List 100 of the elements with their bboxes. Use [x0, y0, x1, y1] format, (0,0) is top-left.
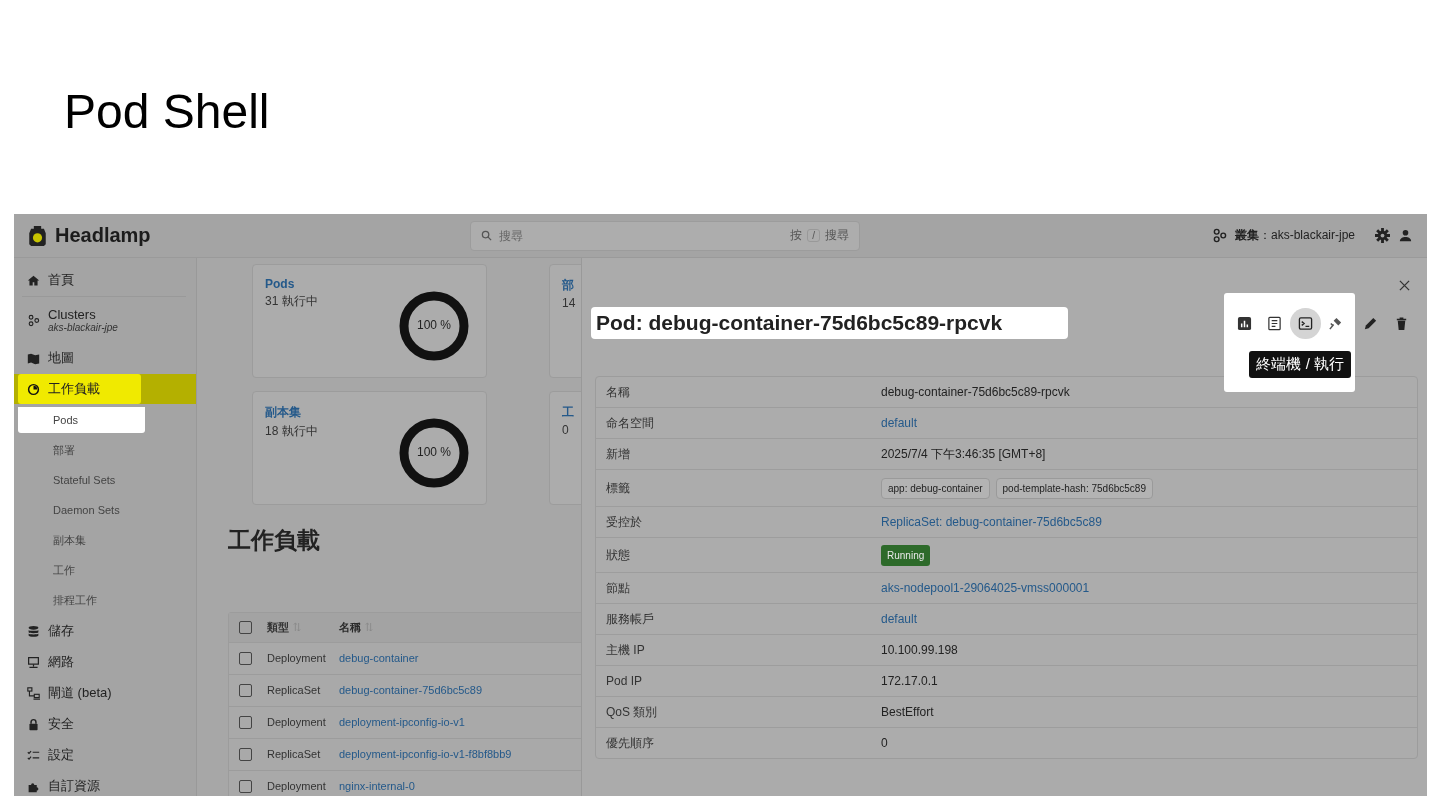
- field-link[interactable]: ReplicaSet: debug-container-75d6bc5c89: [881, 515, 1102, 529]
- card-title[interactable]: 副本集: [265, 404, 301, 421]
- search-icon: [481, 230, 492, 241]
- nav-subitem[interactable]: 工作: [18, 555, 75, 585]
- nav-label: 工作負載: [48, 380, 100, 398]
- name-link[interactable]: nginx-internal-0: [339, 779, 415, 793]
- name-link[interactable]: debug-container: [339, 651, 419, 665]
- table-cell-text: Deployment: [267, 651, 327, 665]
- home-icon: [27, 273, 40, 287]
- nav-item[interactable]: 儲存: [14, 616, 84, 646]
- nav-item[interactable]: 安全: [14, 709, 84, 739]
- cluster-name[interactable]: 叢集：aks-blackair-jpe: [1234, 227, 1355, 244]
- nav-item[interactable]: 網路: [14, 647, 84, 677]
- search-hint: 搜尋: [825, 227, 849, 244]
- nav-subitem[interactable]: 部署: [18, 435, 75, 465]
- search-field[interactable]: 搜尋: [497, 227, 786, 244]
- search-bar[interactable]: 搜尋 按 / 搜尋: [470, 220, 860, 251]
- field-value: 172.17.0.1: [881, 674, 938, 688]
- nav-subitem[interactable]: Stateful Sets: [18, 467, 116, 493]
- checkbox[interactable]: [239, 747, 252, 761]
- field-link[interactable]: default: [881, 416, 918, 430]
- nav-label: 自訂資源: [48, 777, 100, 795]
- ring-label: 100 %: [416, 318, 452, 332]
- gateway-icon: [27, 686, 40, 700]
- lock-icon: [27, 717, 40, 731]
- nav-subitem[interactable]: Pods: [18, 407, 145, 433]
- nav-item[interactable]: Clusters aks-blackair-jpe: [14, 298, 128, 342]
- status-badge: Running: [881, 544, 931, 566]
- table-cell-text: ReplicaSet: [267, 747, 322, 761]
- card-count: 0: [562, 423, 569, 437]
- monitor-icon: [27, 655, 40, 669]
- checkbox[interactable]: [239, 620, 252, 634]
- name-link[interactable]: deployment-ipconfig-io-v1: [339, 715, 465, 729]
- lamp-logo-icon: [28, 224, 47, 247]
- field-label: QoS 類別: [605, 703, 659, 721]
- field-label: 新增: [605, 445, 631, 463]
- table-cell-text: Deployment: [267, 779, 327, 793]
- tooltip: 終端機 / 執行: [1249, 351, 1351, 378]
- nav-item[interactable]: 自訂資源: [14, 771, 110, 796]
- pie-icon: [27, 382, 40, 396]
- nav-label: 網路: [48, 653, 74, 671]
- field-value: BestEffort: [881, 705, 934, 719]
- nav-item[interactable]: 工作負載: [18, 374, 141, 404]
- column-header[interactable]: 類型: [267, 620, 289, 634]
- app-name: Headlamp: [55, 224, 151, 247]
- field-link[interactable]: aks-nodepool1-29064025-vmss000001: [881, 581, 1090, 595]
- user-icon[interactable]: [1398, 228, 1413, 243]
- label-chip: app: debug-container: [881, 477, 990, 499]
- ring-label: 100 %: [416, 445, 452, 459]
- table-cell-text: ReplicaSet: [267, 683, 322, 697]
- column-header[interactable]: 名稱: [339, 620, 361, 634]
- nav-item[interactable]: 地圖: [14, 343, 84, 373]
- clusters-icon: [1211, 228, 1227, 243]
- card-count: 14: [562, 296, 576, 310]
- cluster-subtitle: aks-blackair-jpe: [48, 322, 118, 333]
- field-label: 狀態: [605, 546, 631, 564]
- shortcut-key: /: [807, 229, 820, 242]
- settings-icon[interactable]: [1375, 228, 1390, 243]
- name-link[interactable]: deployment-ipconfig-io-v1-f8bf8bb9: [339, 747, 512, 761]
- nav-label: 首頁: [48, 271, 74, 289]
- field-label: Pod IP: [605, 674, 644, 688]
- card-title[interactable]: Pods: [265, 277, 295, 291]
- nav-label: Clusters: [48, 307, 97, 322]
- nav-subitem[interactable]: 副本集: [18, 525, 86, 555]
- checkbox[interactable]: [239, 651, 252, 665]
- database-icon: [27, 624, 40, 638]
- name-link[interactable]: debug-container-75d6bc5c89: [339, 683, 483, 697]
- search-hint: 按: [790, 227, 803, 244]
- card-title[interactable]: 部: [562, 277, 574, 294]
- checklist-icon: [27, 748, 40, 762]
- nav-item[interactable]: 閘道 (beta): [14, 678, 122, 708]
- nav-subitem[interactable]: 排程工作: [18, 585, 97, 615]
- nav-subitem[interactable]: Daemon Sets: [18, 497, 120, 523]
- field-label: 標籤: [605, 479, 631, 497]
- card-count: 31 執行中: [265, 293, 318, 310]
- nav-item[interactable]: 設定: [14, 740, 84, 770]
- nav-item[interactable]: 首頁: [14, 265, 84, 295]
- checkbox[interactable]: [239, 683, 252, 697]
- clusters-icon: [27, 313, 40, 327]
- nav-label: 儲存: [48, 622, 74, 640]
- slide-title: Pod Shell: [64, 88, 270, 136]
- terminal-icon[interactable]: [1290, 308, 1321, 339]
- nav-label: 地圖: [48, 349, 74, 367]
- field-value: debug-container-75d6bc5c89-rpcvk: [881, 385, 1070, 399]
- field-label: 受控於: [605, 513, 643, 531]
- label-chip: pod-template-hash: 75d6bc5c89: [995, 477, 1153, 499]
- pod-title: Pod: debug-container-75d6bc5c89-rpcvk: [591, 307, 1068, 339]
- field-value: 10.100.99.198: [881, 643, 958, 657]
- close-icon[interactable]: [1399, 280, 1410, 291]
- field-label: 命名空間: [605, 414, 655, 432]
- checkbox[interactable]: [239, 715, 252, 729]
- field-link[interactable]: default: [881, 612, 918, 626]
- field-value: 2025/7/4 下午3:46:35 [GMT+8]: [881, 445, 1046, 463]
- nav-label: 安全: [48, 715, 74, 733]
- checkbox[interactable]: [239, 779, 252, 793]
- card-count: 18 執行中: [265, 423, 318, 440]
- card-title[interactable]: 工: [562, 404, 574, 421]
- nav-label: 閘道 (beta): [48, 684, 112, 702]
- section-heading: 工作負載: [228, 527, 320, 555]
- field-label: 服務帳戶: [605, 610, 655, 628]
